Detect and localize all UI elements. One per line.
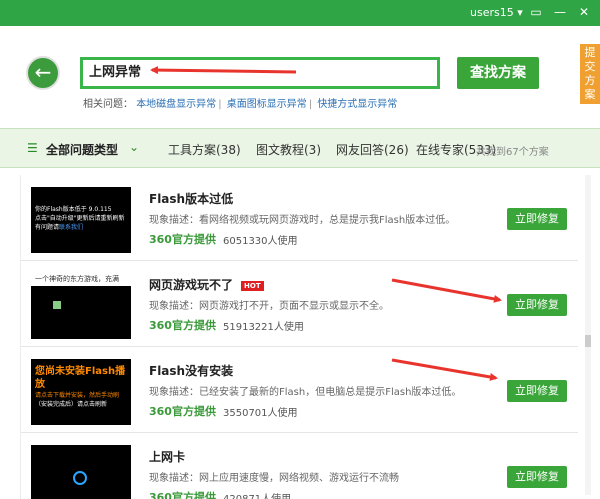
chat-icon[interactable]: ▭ (528, 4, 544, 20)
minimize-icon[interactable]: — (552, 4, 568, 20)
item-description: 现象描述：已经安装了最新的Flash，但电脑总是提示Flash版本过低。 (149, 387, 462, 398)
find-solution-button[interactable]: 查找方案 (457, 57, 539, 89)
back-button[interactable]: ← (26, 56, 60, 90)
thumb-banner: 一个神奇的东方游戏，充满 (31, 273, 131, 286)
item-title[interactable]: Flash版本过低 (149, 190, 233, 207)
thumbnail: 您尚未安装Flash播放 请点击下载并安装，然后手动刷 （安装完成后）请点击刷新 (31, 359, 131, 425)
item-user-count: 420871人使用 (223, 490, 291, 499)
tab-all-types[interactable]: 全部问题类型 (46, 141, 118, 158)
submit-solution-tab[interactable]: 提交方案 (580, 44, 600, 104)
thumb-text: 请点击下载并安装，然后手动刷 (35, 392, 120, 399)
tab-tutorials[interactable]: 图文教程(3) (256, 141, 321, 158)
tab-tools[interactable]: 工具方案(38) (168, 141, 241, 158)
related-label: 相关问题： (83, 99, 133, 110)
thumbnail: 你的Flash版本低于 9.0.115 点击"自动升级"更新后请重新刷新 有问题… (31, 187, 131, 253)
list-item: 上网卡 现象描述：网上应用速度慢，网络视频、游戏运行不流畅 360官方提供 42… (21, 433, 578, 499)
scrollbar[interactable] (585, 175, 591, 495)
thumb-text: （安装完成后）请点击刷新 (35, 401, 108, 408)
thumb-text: 有问题请 (35, 224, 60, 231)
title-bar: users15 ▾ ▭ — ✕ (0, 0, 600, 26)
fix-now-button[interactable]: 立即修复 (507, 208, 567, 230)
item-source: 360官方提供 (149, 491, 216, 499)
related-link-desktop-icon[interactable]: 桌面图标显示异常 (227, 99, 307, 110)
item-user-count: 3550701人使用 (223, 408, 298, 419)
item-title-text: 网页游戏玩不了 (149, 278, 234, 292)
item-user-count: 6051330人使用 (223, 236, 298, 247)
item-title[interactable]: Flash没有安装 (149, 362, 233, 379)
related-link-shortcut[interactable]: 快捷方式显示异常 (317, 99, 397, 110)
item-description: 现象描述：网页游戏打不开，页面不显示或显示不全。 (149, 301, 389, 312)
item-source: 360官方提供 (149, 319, 216, 332)
thumb-link: 联系我们 (59, 224, 84, 231)
scroll-thumb[interactable] (585, 335, 591, 347)
search-input[interactable]: 上网异常 (80, 57, 440, 89)
fix-now-button[interactable]: 立即修复 (507, 380, 567, 402)
list-icon: ☰ (27, 141, 38, 155)
chevron-down-icon[interactable]: ⌄ (129, 140, 139, 154)
back-arrow-icon: ← (34, 60, 52, 84)
item-description: 现象描述：网上应用速度慢，网络视频、游戏运行不流畅 (149, 473, 399, 484)
fix-now-button[interactable]: 立即修复 (507, 294, 567, 316)
thumb-text: 点击"自动升级"更新后请重新刷新 (35, 215, 125, 222)
list-item: 您尚未安装Flash播放 请点击下载并安装，然后手动刷 （安装完成后）请点击刷新… (21, 347, 578, 433)
close-icon[interactable]: ✕ (576, 4, 592, 20)
user-name: users15 (470, 6, 514, 19)
list-item: 你的Flash版本低于 9.0.115 点击"自动升级"更新后请重新刷新 有问题… (21, 175, 578, 261)
item-source: 360官方提供 (149, 233, 216, 246)
solution-list: 你的Flash版本低于 9.0.115 点击"自动升级"更新后请重新刷新 有问题… (20, 175, 578, 499)
thumb-heading: 您尚未安装Flash播放 (35, 366, 126, 390)
list-item: 一个神奇的东方游戏，充满 网页游戏玩不了 HOT 现象描述：网页游戏打不开，页面不… (21, 261, 578, 347)
loading-circle-icon (73, 471, 87, 485)
separator: | (308, 99, 313, 110)
category-tabs: ☰ 全部问题类型 ⌄ 工具方案(38) 图文教程(3) 网友回答(26) 在线专… (0, 128, 600, 168)
related-questions: 相关问题： 本地磁盘显示异常 | 桌面图标显示异常 | 快捷方式显示异常 (83, 95, 397, 110)
chevron-down-icon: ▾ (517, 6, 523, 19)
item-source: 360官方提供 (149, 405, 216, 418)
user-menu[interactable]: users15 ▾ (470, 6, 523, 19)
item-user-count: 51913221人使用 (223, 322, 304, 333)
item-title[interactable]: 上网卡 (149, 448, 185, 465)
hot-badge: HOT (241, 280, 264, 291)
thumbnail (31, 445, 131, 499)
result-count: 共找到67个方案 (476, 147, 549, 158)
item-title[interactable]: 网页游戏玩不了 HOT (149, 276, 264, 293)
fix-now-button[interactable]: 立即修复 (507, 466, 567, 488)
tab-user-answers[interactable]: 网友回答(26) (336, 141, 409, 158)
thumbnail: 一个神奇的东方游戏，充满 (31, 273, 131, 339)
thumb-text: 你的Flash版本低于 9.0.115 (35, 206, 112, 213)
separator: | (218, 99, 222, 110)
item-description: 现象描述：看网络视频或玩网页游戏时，总是提示我Flash版本过低。 (149, 215, 456, 226)
search-header: ← 上网异常 查找方案 相关问题： 本地磁盘显示异常 | 桌面图标显示异常 | 快捷… (0, 26, 600, 128)
related-link-disk[interactable]: 本地磁盘显示异常 (136, 99, 216, 110)
game-icon (53, 301, 61, 309)
